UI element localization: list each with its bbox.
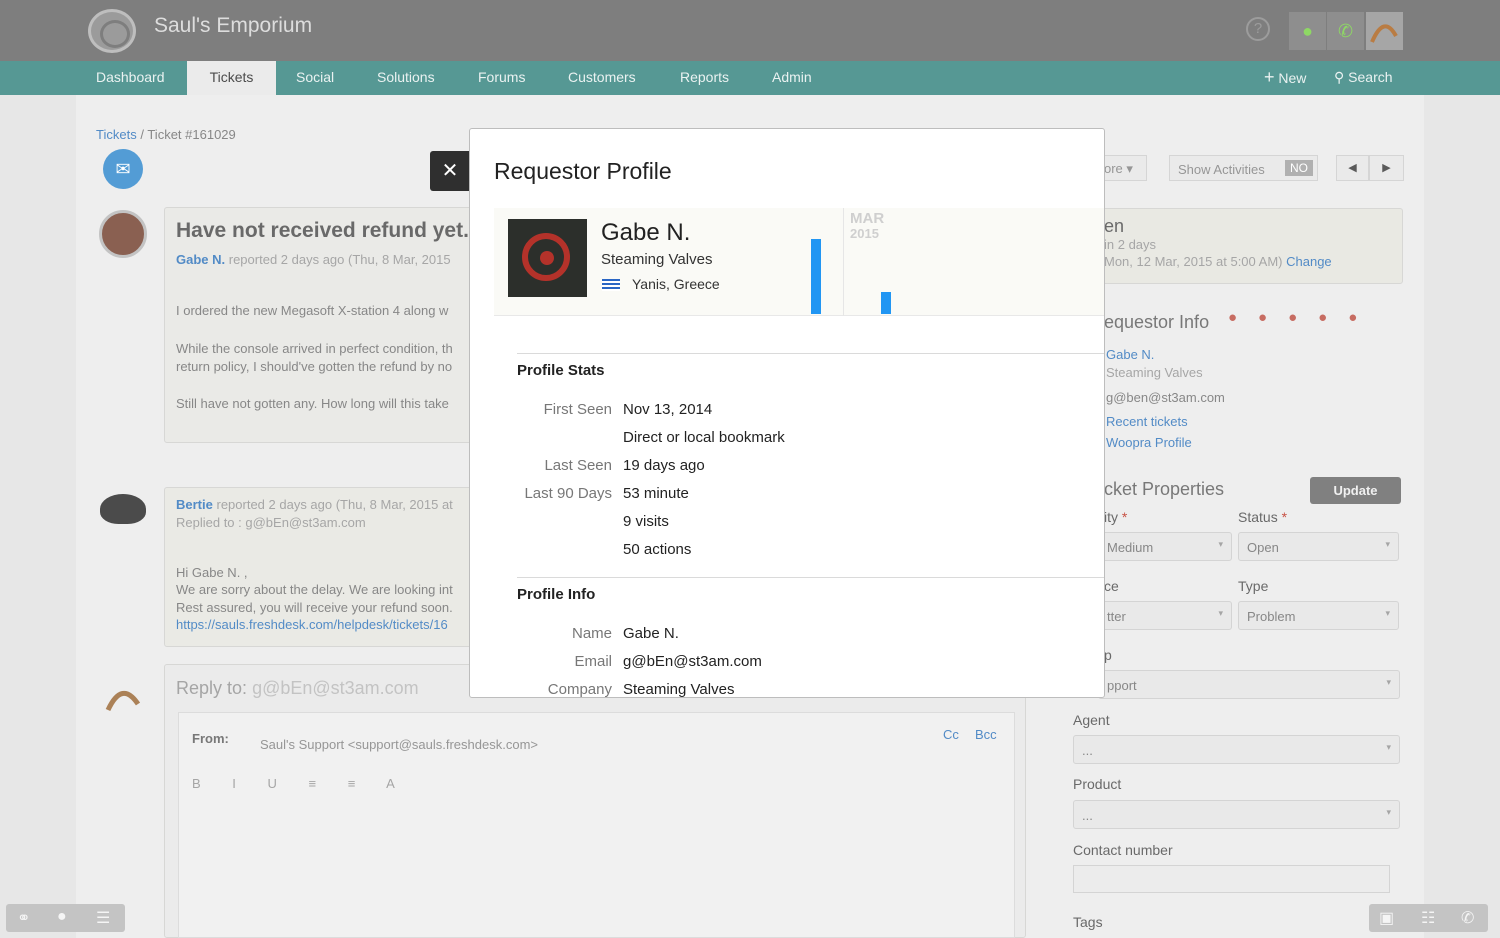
chart-month: MAR: [850, 210, 885, 227]
first-seen-value: Nov 13, 2014: [623, 401, 713, 418]
company-label: Company: [547, 681, 612, 698]
greece-flag-icon: [602, 279, 620, 291]
chart-bar-1: [881, 292, 891, 314]
last-90-days-label: Last 90 Days: [524, 485, 612, 502]
name-label: Name: [571, 625, 612, 642]
last-seen-value: 19 days ago: [623, 457, 705, 474]
email-value: g@bEn@st3am.com: [623, 653, 762, 670]
profile-photo: [508, 219, 587, 297]
last-seen-label: Last Seen: [544, 457, 612, 474]
last-90-minutes: 53 minute: [623, 485, 689, 502]
profile-info-title: Profile Info: [517, 577, 1104, 603]
profile-name: Gabe N.: [601, 219, 691, 246]
profile-location: Yanis, Greece: [632, 276, 720, 292]
close-icon[interactable]: ✕: [430, 151, 470, 191]
profile-company: Steaming Valves: [601, 251, 713, 268]
first-seen-source: Direct or local bookmark: [623, 429, 785, 446]
chart-year: 2015: [850, 226, 879, 241]
name-value: Gabe N.: [623, 625, 679, 642]
modal-title: Requestor Profile: [494, 158, 672, 184]
chart-bar-0: [811, 239, 821, 314]
company-value: Steaming Valves: [623, 681, 735, 698]
last-90-visits: 9 visits: [623, 513, 669, 530]
email-label: Email: [574, 653, 612, 670]
last-90-actions: 50 actions: [623, 541, 692, 558]
first-seen-label: First Seen: [543, 401, 612, 418]
profile-stats-title: Profile Stats: [517, 353, 1104, 379]
requestor-profile-modal: Requestor Profile Gabe N. Steaming Valve…: [469, 128, 1105, 698]
